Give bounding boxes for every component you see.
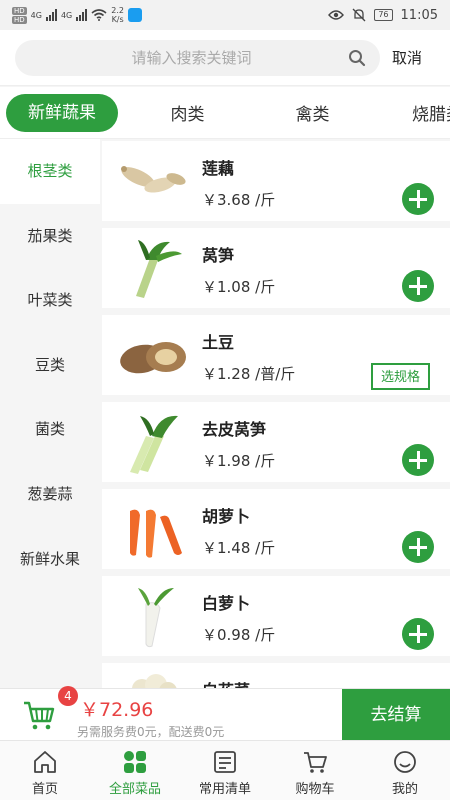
- profile-icon: [394, 751, 416, 773]
- shopping-cart-icon[interactable]: [22, 699, 56, 731]
- product-price: ￥3.68 /斤: [202, 191, 276, 209]
- add-to-cart-button[interactable]: [402, 183, 434, 215]
- cauliflower-image: [132, 674, 177, 688]
- product-card[interactable]: 莴笋 ￥1.08 /斤: [102, 228, 450, 308]
- nav-label: 全部菜品: [108, 782, 161, 797]
- cart-bar: 4 ￥72.96 另需服务费0元，配送费0元 去结算: [0, 686, 450, 741]
- sidebar-item-beans[interactable]: 豆类: [0, 333, 100, 398]
- category-tabs: 新鲜蔬果 肉类 禽类 烧腊类: [0, 87, 450, 139]
- eye-icon: [328, 10, 345, 20]
- grid-icon: [124, 751, 146, 773]
- tab-poultry[interactable]: 禽类: [250, 100, 375, 125]
- product-name: 莴笋: [202, 246, 235, 265]
- nav-item-all-dishes[interactable]: 全部菜品: [90, 741, 180, 800]
- battery-icon: 76: [374, 9, 393, 21]
- product-name: 去皮莴笋: [202, 420, 267, 439]
- carrot-image: [130, 509, 182, 558]
- sidebar-item-root-vegetables[interactable]: 根茎类: [0, 139, 100, 204]
- product-price: ￥1.08 /斤: [202, 278, 276, 296]
- net-speed: 2.2 K/s: [111, 6, 124, 24]
- nav-item-cart[interactable]: 购物车: [270, 741, 360, 800]
- product-price: ￥1.28 /普/斤: [202, 365, 296, 383]
- sidebar-item-aromatics[interactable]: 葱姜蒜: [0, 462, 100, 527]
- nav-item-home[interactable]: 首页: [0, 741, 90, 800]
- signal-icon: [45, 9, 57, 21]
- peeled-lettuce-stem-image: [130, 415, 178, 474]
- add-to-cart-button[interactable]: [402, 618, 434, 650]
- cart-total: ￥72.96: [80, 699, 154, 721]
- product-name: 土豆: [202, 333, 235, 352]
- product-card[interactable]: 去皮莴笋 ￥1.98 /斤: [102, 402, 450, 482]
- product-name: 胡萝卜: [202, 507, 251, 526]
- signal-2-icon: [76, 9, 88, 21]
- tab-meat[interactable]: 肉类: [125, 100, 250, 125]
- product-card[interactable]: 胡萝卜 ￥1.48 /斤: [102, 489, 450, 569]
- lotus-root-image: [121, 166, 186, 193]
- cancel-button[interactable]: 取消: [392, 47, 422, 68]
- status-bar: HD HD 4G 4G 2.2 K/s 76 11:05: [0, 0, 450, 30]
- product-name: 白萝卜: [202, 594, 251, 613]
- nav-label: 首页: [31, 782, 58, 797]
- wifi-icon: [91, 9, 107, 21]
- sidebar-item-mushrooms[interactable]: 菌类: [0, 397, 100, 462]
- tab-fresh-produce[interactable]: 新鲜蔬果: [6, 93, 118, 132]
- search-input[interactable]: [35, 48, 348, 67]
- tab-roast-meat[interactable]: 烧腊类: [375, 100, 450, 125]
- add-to-cart-button[interactable]: [402, 444, 434, 476]
- cart-fee-note: 另需服务费0元，配送费0元: [77, 725, 225, 739]
- subcategory-sidebar: 根茎类 茄果类 叶菜类 豆类 菌类 葱姜蒜 新鲜水果: [0, 139, 100, 688]
- search-icon[interactable]: [348, 49, 366, 67]
- add-to-cart-button[interactable]: [402, 531, 434, 563]
- add-to-cart-button[interactable]: [402, 270, 434, 302]
- nav-item-profile[interactable]: 我的: [360, 741, 450, 800]
- product-name: 白花菜: [202, 677, 250, 688]
- potato-image: [120, 342, 186, 374]
- cart-icon: [304, 752, 327, 773]
- checkout-button[interactable]: 去结算: [342, 689, 450, 741]
- nav-label: 我的: [391, 782, 418, 797]
- product-card[interactable]: 白萝卜 ￥0.98 /斤: [102, 576, 450, 656]
- sidebar-item-fresh-fruit[interactable]: 新鲜水果: [0, 527, 100, 592]
- nav-label: 常用清单: [198, 782, 251, 797]
- product-price: ￥0.98 /斤: [202, 626, 276, 644]
- product-card[interactable]: 莲藕 ￥3.68 /斤: [102, 141, 450, 221]
- cart-count-badge: 4: [58, 686, 78, 706]
- bottom-nav: 首页 全部菜品 常用清单 购物车 我的: [0, 740, 450, 800]
- product-price: ￥1.48 /斤: [202, 539, 276, 557]
- mute-bell-icon: [352, 8, 366, 22]
- list-icon: [214, 751, 236, 773]
- hd-icon: HD HD: [12, 6, 27, 24]
- signal-label: 4G: [30, 10, 42, 20]
- signal-label-2: 4G: [60, 10, 73, 20]
- product-name: 莲藕: [202, 159, 235, 178]
- clock: 11:05: [400, 7, 438, 23]
- search-box[interactable]: [15, 39, 380, 76]
- home-icon: [34, 751, 56, 773]
- product-card[interactable]: 白花菜: [102, 663, 450, 688]
- product-list: 莲藕 ￥3.68 /斤 莴笋 ￥1.08 /斤 土豆 ￥1.28 /普/斤 选规…: [102, 139, 450, 688]
- sidebar-item-leafy-greens[interactable]: 叶菜类: [0, 268, 100, 333]
- white-radish-image: [138, 588, 174, 648]
- sidebar-item-fruit-vegetables[interactable]: 茄果类: [0, 204, 100, 269]
- search-header: 取消: [0, 30, 450, 86]
- nav-item-favorites-list[interactable]: 常用清单: [180, 741, 270, 800]
- select-spec-button[interactable]: 选规格: [370, 363, 430, 390]
- lettuce-stem-image: [136, 240, 182, 298]
- product-price: ￥1.98 /斤: [202, 452, 276, 470]
- nav-label: 购物车: [295, 782, 335, 797]
- app-notification-icon: [127, 8, 142, 22]
- product-card[interactable]: 土豆 ￥1.28 /普/斤 选规格: [102, 315, 450, 395]
